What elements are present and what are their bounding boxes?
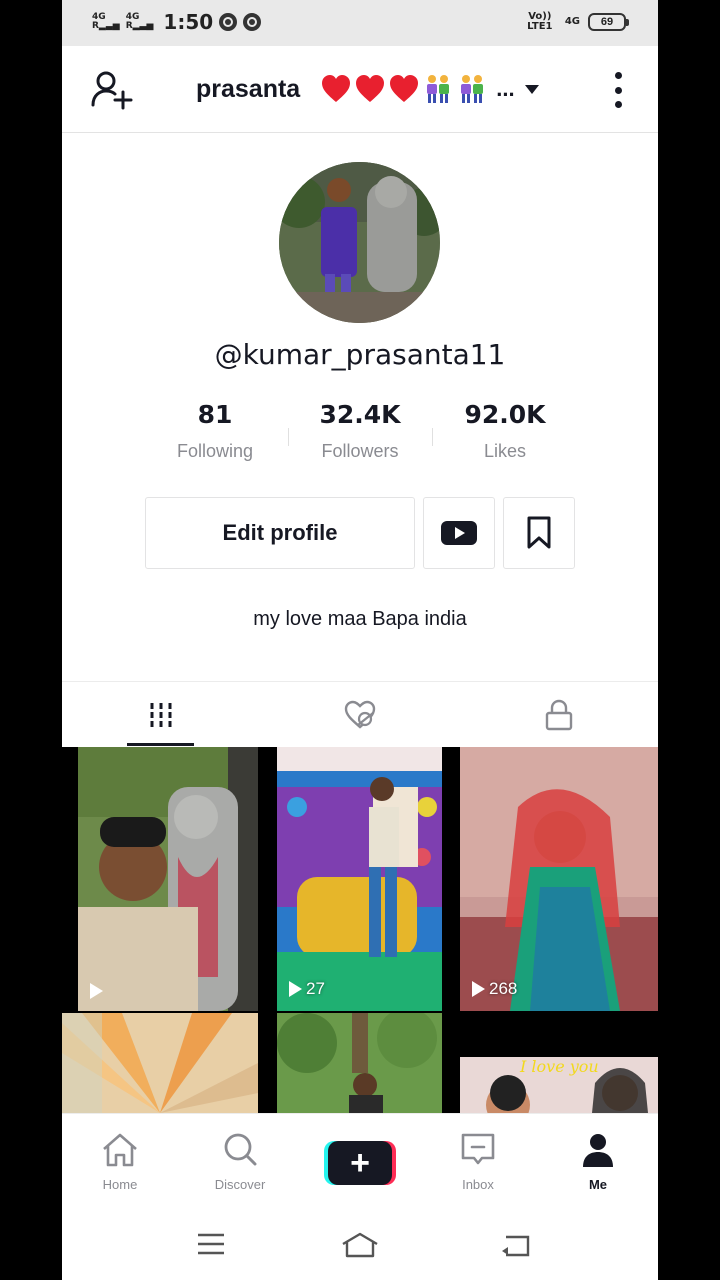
nav-label: Home [102, 1177, 138, 1192]
stat-following[interactable]: 81 Following [145, 400, 285, 462]
stat-value: 81 [197, 400, 233, 429]
stat-divider [432, 428, 433, 446]
stat-label: Followers [321, 441, 399, 461]
nav-label: Inbox [462, 1177, 494, 1192]
more-options-icon[interactable] [608, 72, 628, 108]
heart-emoji-icon [322, 75, 351, 102]
stat-label: Following [176, 441, 254, 461]
video-thumbnail[interactable]: 27 [277, 747, 442, 1011]
profile-icon [583, 1134, 613, 1167]
header-username: prasanta [196, 74, 301, 103]
tab-private[interactable] [460, 682, 658, 748]
battery-indicator: 69 [588, 13, 629, 31]
grid-icon [150, 703, 172, 727]
lock-icon [545, 699, 573, 731]
stat-value: 92.0K [464, 400, 546, 429]
youtube-link-button[interactable] [423, 497, 495, 569]
inbox-icon [461, 1133, 495, 1165]
content-tabs [62, 681, 658, 747]
profile-handle: @kumar_prasanta11 [214, 338, 506, 371]
stat-likes[interactable]: 92.0K Likes [435, 400, 575, 462]
stat-followers[interactable]: 32.4K Followers [290, 400, 430, 462]
play-icon [289, 981, 302, 997]
active-tab-indicator [127, 743, 194, 746]
system-navigation-bar [62, 1211, 658, 1280]
video-thumbnail-image [277, 1013, 442, 1113]
video-thumbnail-image [78, 747, 258, 1011]
video-thumbnail-image [62, 1013, 258, 1113]
favorites-button[interactable] [503, 497, 575, 569]
chrome-notification-icon [243, 13, 262, 31]
back-icon[interactable] [500, 1231, 532, 1259]
account-switcher[interactable]: prasanta ... [196, 74, 539, 104]
avatar-photo [279, 162, 440, 323]
sim2-signal: 4G R▂▃▅ [125, 12, 154, 31]
home-button-icon[interactable] [340, 1231, 380, 1261]
avatar[interactable] [279, 162, 440, 323]
profile-stats: 81 Following 32.4K Followers 92.0K Likes [62, 400, 658, 470]
volte-indicator: Vo)) LTE1 [527, 11, 553, 32]
heart-emoji-icon [390, 75, 419, 102]
clock: 1:50 [163, 10, 214, 34]
name-emojis [320, 74, 488, 104]
create-video-button[interactable]: + [324, 1141, 396, 1185]
play-icon [472, 981, 485, 997]
nav-label: Discover [214, 1177, 266, 1192]
add-user-icon[interactable] [90, 68, 134, 112]
nav-discover[interactable]: Discover [195, 1132, 285, 1192]
nav-me[interactable]: Me [553, 1132, 643, 1192]
search-icon [224, 1133, 257, 1166]
tab-liked[interactable] [261, 682, 459, 748]
nav-inbox[interactable]: Inbox [433, 1132, 523, 1192]
video-grid: 27 268 I love you [62, 747, 658, 1113]
video-thumbnail[interactable]: I love you [460, 1013, 658, 1113]
heart-emoji-icon [356, 75, 385, 102]
couple-emoji-icon [427, 75, 450, 103]
edit-profile-button[interactable]: Edit profile [145, 497, 415, 569]
home-icon [103, 1133, 137, 1167]
video-thumbnail[interactable] [78, 747, 258, 1011]
play-icon [90, 983, 103, 999]
view-count: 268 [472, 979, 517, 999]
view-count [90, 983, 107, 999]
stat-divider [288, 428, 289, 446]
nav-label: Me [588, 1177, 608, 1192]
stat-value: 32.4K [319, 400, 401, 429]
youtube-icon [441, 521, 477, 545]
phone-screen: 4G R▂▃▅ 4G R▂▃▅ 1:50 Vo)) LTE1 4G 69 prasa… [62, 0, 658, 1280]
create-plus-icon: + [328, 1141, 392, 1185]
chevron-down-icon [524, 84, 539, 94]
video-thumbnail[interactable] [62, 1013, 258, 1113]
video-thumbnail[interactable]: 268 [460, 747, 658, 1011]
nav-home[interactable]: Home [75, 1132, 165, 1192]
bookmark-icon [527, 516, 551, 549]
menu-icon[interactable] [196, 1231, 226, 1257]
chrome-notification-icon [219, 13, 238, 31]
title-ellipsis: ... [496, 76, 515, 101]
network-4g-indicator: 4G [564, 16, 580, 27]
video-thumbnail[interactable] [277, 1013, 442, 1113]
hidden-likes-icon [344, 700, 376, 729]
video-thumbnail-image [277, 747, 442, 1011]
stat-label: Likes [483, 441, 527, 461]
bottom-navigation: Home Discover + Inbox Me [62, 1113, 658, 1211]
profile-header: prasanta ... [62, 46, 658, 133]
view-count: 27 [289, 979, 325, 999]
sim1-signal: 4G R▂▃▅ [92, 12, 120, 31]
status-bar: 4G R▂▃▅ 4G R▂▃▅ 1:50 Vo)) LTE1 4G 69 [62, 0, 658, 46]
video-thumbnail-image [460, 747, 658, 1011]
profile-bio: my love maa Bapa india [253, 608, 467, 630]
couple-emoji-icon [461, 75, 484, 103]
tab-videos[interactable] [62, 682, 260, 748]
video-overlay-text: I love you [520, 1057, 599, 1076]
